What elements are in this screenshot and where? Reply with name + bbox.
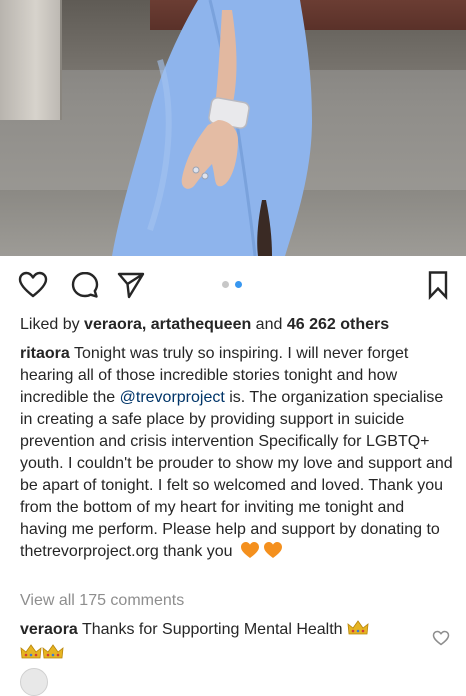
carousel-indicator — [222, 281, 246, 289]
speech-bubble-icon[interactable] — [70, 270, 100, 300]
liked-separator: , — [141, 316, 151, 333]
crown-emoji — [42, 644, 64, 659]
comment-item: veraora Thanks for Supporting Mental Hea… — [20, 618, 424, 666]
crown-emoji — [347, 620, 369, 635]
view-all-comments-link[interactable]: View all 175 comments — [20, 590, 184, 612]
liked-user-link[interactable]: veraora — [84, 316, 142, 333]
comment-like-heart-icon[interactable] — [432, 630, 450, 646]
heart-outline-icon[interactable] — [18, 271, 48, 299]
crown-emoji — [20, 644, 42, 659]
liked-user-link[interactable]: artathequeen — [151, 316, 251, 333]
liked-by-prefix: Liked by — [20, 316, 85, 333]
liked-and: and — [251, 316, 287, 333]
caption-mention-link[interactable]: @trevorproject — [120, 389, 225, 406]
post-caption: ritaora Tonight was truly so inspiring. … — [20, 343, 454, 563]
carousel-dot-2-active — [235, 281, 242, 288]
caption-text: is. The organization specialise in creat… — [20, 389, 453, 560]
post-photo[interactable] — [0, 0, 466, 256]
likes-count-link[interactable]: 46 262 others — [287, 316, 389, 333]
paper-plane-icon[interactable] — [116, 271, 146, 299]
photo-figure — [112, 0, 312, 256]
carousel-dot-1 — [222, 281, 229, 288]
comment-text: Thanks for Supporting Mental Health — [77, 621, 348, 638]
caption-author-link[interactable]: ritaora — [20, 345, 70, 362]
orange-heart-emoji — [241, 542, 260, 558]
comment-author-link[interactable]: veraora — [20, 621, 78, 638]
orange-heart-emoji — [264, 542, 283, 558]
bookmark-icon[interactable] — [427, 270, 449, 300]
avatar[interactable] — [20, 668, 48, 696]
likes-summary: Liked by veraora, artathequeen and 46 26… — [20, 314, 460, 336]
